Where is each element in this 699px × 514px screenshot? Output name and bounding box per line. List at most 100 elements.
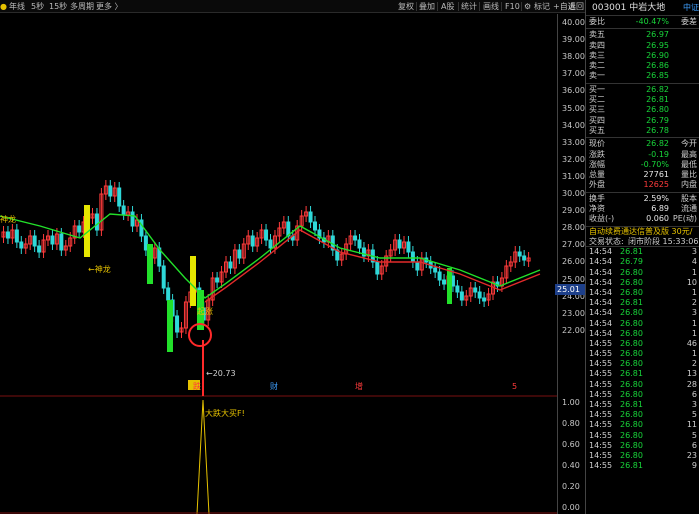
stock-badge[interactable]: 中证 bbox=[683, 2, 699, 14]
event-marker-zeng[interactable]: 增 bbox=[355, 381, 363, 391]
asks-row[interactable]: 卖三 26.90 bbox=[586, 51, 699, 61]
tick-row: 14:55 26.81 13 bbox=[589, 369, 697, 379]
fund-row[interactable]: 净资 6.89 流通 bbox=[586, 204, 699, 214]
ask-list: 卖五 26.97 卖四 26.95 卖三 26.90 卖二 26.86 卖一 26.85 bbox=[586, 29, 699, 84]
weibi-row: 委比 -40.47% 委差 bbox=[589, 17, 697, 26]
indicator-axis-label: 0.20 bbox=[562, 482, 580, 491]
price-axis-label: 37.00 bbox=[562, 69, 585, 79]
candle-body bbox=[353, 235, 358, 241]
price-axis-label: 27.00 bbox=[562, 240, 585, 250]
candle-body bbox=[308, 211, 313, 223]
tick-row: 14:55 26.81 3 bbox=[589, 400, 697, 410]
price-axis-label: 38.00 bbox=[562, 52, 585, 62]
tick-row: 14:55 26.80 6 bbox=[589, 440, 697, 450]
bid-list: 买一 26.82 买二 26.81 买三 26.80 买四 26.79 买五 26.78 bbox=[586, 84, 699, 139]
price-axis-label: 32.00 bbox=[562, 154, 585, 164]
price-axis-label: 36.00 bbox=[562, 86, 585, 96]
candle-body bbox=[166, 287, 171, 301]
asks-row[interactable]: 卖五 26.97 bbox=[586, 30, 699, 40]
tick-row: 14:54 26.80 1 bbox=[589, 328, 697, 338]
price-axis-label: 30.00 bbox=[562, 189, 585, 198]
candle-body bbox=[437, 271, 442, 281]
tick-row: 14:54 26.81 3 bbox=[589, 247, 697, 257]
bids-row[interactable]: 买五 26.78 bbox=[586, 126, 699, 136]
quote-row[interactable]: 现价 26.82 今开 bbox=[586, 139, 699, 149]
kline-chart[interactable]: 神龙 ←神龙 起涨 ←20.73 跌 财 增 5 大跌大买F! bbox=[0, 0, 557, 514]
signal-label: 大跌大买F! bbox=[205, 408, 245, 418]
signal-bar bbox=[167, 300, 173, 352]
indicator-axis-label: 0.60 bbox=[562, 440, 580, 449]
fundamentals-list: 换手 2.59% 股本 净资 6.89 流通 收益(-) 0.060 PE(动) bbox=[586, 193, 699, 227]
candle-body bbox=[228, 261, 233, 269]
price-axis-label: 22.00 bbox=[562, 325, 585, 335]
candle-body bbox=[59, 233, 64, 251]
annotation-low-price: ←20.73 bbox=[206, 369, 236, 378]
stock-code: 003001 bbox=[592, 3, 627, 13]
event-marker-caiwu[interactable]: 财 bbox=[270, 381, 278, 391]
candle-body bbox=[130, 211, 135, 227]
tick-row: 14:55 26.80 11 bbox=[589, 420, 697, 430]
tick-row: 14:54 26.79 4 bbox=[589, 257, 697, 267]
price-axis: 40.00 39.00 38.00 37.00 36.00 35.00 34.00 33.00… bbox=[557, 14, 585, 514]
price-axis-label: 33.00 bbox=[562, 137, 585, 147]
event-marker-5[interactable]: 5 bbox=[512, 382, 517, 391]
indicator-axis-label: 0.40 bbox=[562, 461, 580, 470]
candlesticks bbox=[1, 180, 531, 352]
bids-row[interactable]: 买四 26.79 bbox=[586, 116, 699, 126]
fund-row[interactable]: 换手 2.59% 股本 bbox=[586, 194, 699, 204]
quote-row[interactable]: 涨跌 -0.19 最高 bbox=[586, 150, 699, 160]
candle-body bbox=[482, 297, 487, 302]
candle-body bbox=[121, 205, 126, 215]
candle-body bbox=[77, 225, 82, 233]
candle-body bbox=[522, 255, 527, 261]
signal-bar bbox=[147, 244, 153, 284]
candle-body bbox=[37, 245, 42, 253]
quote-row[interactable]: 外盘 12625 内盘 bbox=[586, 180, 699, 190]
candle-body bbox=[175, 315, 180, 333]
price-axis-label: 35.00 bbox=[562, 103, 585, 113]
tick-row: 14:54 26.80 1 bbox=[589, 287, 697, 297]
tick-row: 14:55 26.80 1 bbox=[589, 349, 697, 359]
price-axis-label: 39.00 bbox=[562, 35, 585, 45]
price-axis-label: 25.00 bbox=[562, 274, 585, 284]
candle-body bbox=[50, 235, 55, 245]
asks-row[interactable]: 卖一 26.85 bbox=[586, 71, 699, 81]
candle-body bbox=[5, 231, 10, 239]
notice[interactable]: 自动续费通达信普及版 30元/ bbox=[586, 227, 699, 237]
toolbar-back-button-visible[interactable]: 返回 bbox=[568, 1, 584, 12]
asks-row[interactable]: 卖四 26.95 bbox=[586, 41, 699, 51]
tick-row: 14:54 26.80 3 bbox=[589, 308, 697, 318]
tick-row: 14:55 26.80 5 bbox=[589, 410, 697, 420]
candle-body bbox=[117, 187, 122, 207]
tick-row: 14:55 26.80 2 bbox=[589, 359, 697, 369]
price-axis-label: 40.00 bbox=[562, 18, 585, 27]
current-price-tag: 25.01 bbox=[555, 284, 585, 295]
event-marker-label-1: 跌 bbox=[193, 381, 201, 391]
candle-body bbox=[264, 229, 269, 241]
signal-bar bbox=[190, 256, 196, 306]
quote-panel: 003001 中岩大地 中证 委比 -40.47% 委差 卖五 26.97 卖四 26… bbox=[585, 0, 699, 514]
candle-body bbox=[406, 241, 411, 253]
candle-body bbox=[375, 261, 380, 275]
bids-row[interactable]: 买二 26.81 bbox=[586, 95, 699, 105]
tick-row: 14:55 26.80 5 bbox=[589, 430, 697, 440]
stock-name: 中岩大地 bbox=[629, 3, 666, 13]
tick-row: 14:54 26.81 2 bbox=[589, 298, 697, 308]
tick-row: 14:54 26.80 10 bbox=[589, 277, 697, 287]
price-axis-label: 28.00 bbox=[562, 223, 585, 233]
candle-body bbox=[313, 221, 317, 231]
candle-body bbox=[94, 213, 99, 231]
quote-row[interactable]: 涨幅 -0.70% 最低 bbox=[586, 160, 699, 170]
tick-row: 14:55 26.81 9 bbox=[589, 461, 697, 471]
bids-row[interactable]: 买一 26.82 bbox=[586, 85, 699, 95]
tick-list: 14:54 26.81 3 14:54 26.79 4 14:54 26.80 1 14:54 26… bbox=[586, 247, 699, 471]
fund-row[interactable]: 收益(-) 0.060 PE(动) bbox=[586, 214, 699, 224]
tick-row: 14:55 26.80 6 bbox=[589, 389, 697, 399]
bids-row[interactable]: 买三 26.80 bbox=[586, 105, 699, 115]
annotation-qizhang: 起涨 bbox=[197, 306, 213, 316]
price-axis-label: 26.00 bbox=[562, 257, 585, 267]
candle-body bbox=[268, 239, 273, 249]
quote-row[interactable]: 总量 27761 量比 bbox=[586, 170, 699, 180]
asks-row[interactable]: 卖二 26.86 bbox=[586, 61, 699, 71]
candle-body bbox=[410, 251, 415, 263]
